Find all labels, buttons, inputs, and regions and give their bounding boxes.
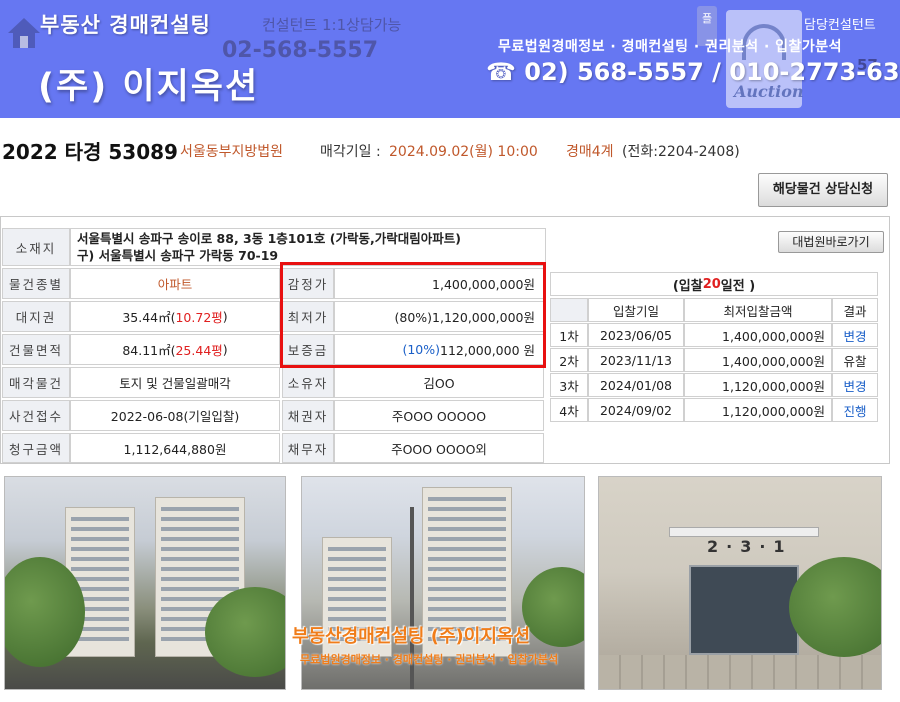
- glass-door: [689, 565, 799, 655]
- entrance-steps: [599, 655, 881, 689]
- building-area-m2: 84.11㎡(: [122, 343, 176, 358]
- bid-amount: 1,400,000,000원: [684, 323, 832, 347]
- location-label: 소재지: [2, 228, 70, 266]
- entrance-canopy: [669, 527, 819, 537]
- filed-label: 사건접수: [2, 400, 70, 431]
- company-name: (주) 이지옥션: [38, 67, 260, 107]
- land-label: 대지권: [2, 301, 70, 332]
- tree: [522, 567, 584, 647]
- bid-result[interactable]: 변경: [832, 323, 878, 347]
- bid-header-date: 입찰기일: [588, 298, 684, 322]
- consultant-label: 담당컨설턴트: [804, 18, 876, 33]
- filed-value: 2022-06-08(기일입찰): [70, 400, 280, 431]
- building-area-pyeong: 25.44평: [175, 343, 223, 358]
- supreme-court-link-button[interactable]: 대법원바로가기: [778, 231, 884, 253]
- bid-amount: 1,400,000,000원: [684, 348, 832, 372]
- bid-date: 2024/01/08: [588, 373, 684, 397]
- land-close-paren: ): [222, 309, 228, 324]
- bid-title-suffix: 일전 ): [720, 278, 756, 294]
- brand-slogan: 부동산 경매컨설팅: [40, 13, 211, 37]
- creditor-label: 채권자: [282, 400, 334, 431]
- consult-request-button[interactable]: 해당물건 상담신청: [758, 173, 888, 207]
- bid-header-result: 결과: [832, 298, 878, 322]
- claim-label: 청구금액: [2, 433, 70, 463]
- case-number: 2022 타경 53089: [2, 140, 178, 164]
- bid-round: 3차: [550, 373, 588, 397]
- minimum-price-label: 최저가: [282, 301, 334, 332]
- case-header: 2022 타경 53089 서울동부지방법원 매각기일 : 2024.09.02…: [0, 136, 900, 164]
- type-label: 물건종별: [2, 268, 70, 299]
- sale-date-label: 매각기일 :: [320, 144, 381, 160]
- bid-countdown-title: (입찰 20 일전 ): [550, 272, 878, 296]
- building-unit-number: 2·3·1: [707, 537, 793, 556]
- bid-result[interactable]: 진행: [832, 398, 878, 422]
- debtor-value: 주OOO OOOO외: [334, 433, 544, 463]
- land-area-pyeong: 10.72평: [175, 310, 223, 325]
- deposit-label: 보증금: [282, 334, 334, 365]
- owner-value: 김OO: [334, 367, 544, 398]
- bid-result[interactable]: 변경: [832, 373, 878, 397]
- address-line1: 서울특별시 송파구 송이로 88, 3동 1층101호 (가락동,가락대림아파트…: [77, 231, 461, 246]
- bid-days-remaining: 20: [702, 276, 721, 292]
- deposit-amount: 112,000,000 원: [440, 343, 535, 358]
- watermark-subtitle: 무료법원경매정보 · 경매컨설팅 · 권리분석 · 입찰가분석: [300, 653, 559, 666]
- location-value: 서울특별시 송파구 송이로 88, 3동 1층101호 (가락동,가락대림아파트…: [70, 228, 546, 266]
- bid-header-round: [550, 298, 588, 322]
- bid-round: 4차: [550, 398, 588, 422]
- court-dept: 경매4계: [566, 144, 614, 160]
- owner-label: 소유자: [282, 367, 334, 398]
- bid-amount: 1,120,000,000원: [684, 398, 832, 422]
- building-close-paren: ): [222, 342, 228, 357]
- building-area-label: 건물면적: [2, 334, 70, 365]
- bid-round: 1차: [550, 323, 588, 347]
- house-icon: [8, 18, 40, 48]
- deposit-percent: (10%): [402, 342, 440, 357]
- land-area-m2: 35.44㎡(: [122, 310, 176, 325]
- watermark-title: 부동산경매컨설팅 (주)이지옥션: [292, 626, 530, 647]
- creditor-value: 주OOO OOOOO: [334, 400, 544, 431]
- bid-header-amount: 최저입찰금액: [684, 298, 832, 322]
- services-line: 무료법원경매정보 · 경매컨설팅 · 권리분석 · 입찰가분석: [498, 39, 843, 55]
- land-value: 35.44㎡(10.72평): [70, 301, 280, 332]
- bid-amount: 1,120,000,000원: [684, 373, 832, 397]
- minimum-price-value: (80%)1,120,000,000원: [334, 301, 544, 332]
- deposit-value: (10%) 112,000,000 원: [334, 334, 544, 365]
- court-dept-phone: (전화:2204-2408): [622, 144, 740, 160]
- bid-result: 유찰: [832, 348, 878, 372]
- bid-title-prefix: (입찰: [672, 278, 703, 294]
- faded-consult-text: 컨설턴트 1:1상담가능: [262, 16, 402, 34]
- photo-building-entrance[interactable]: 2·3·1: [598, 476, 882, 690]
- appraisal-value: 1,400,000,000원: [334, 268, 544, 299]
- court-name: 서울동부지방법원: [180, 144, 284, 160]
- sale-date: 2024.09.02(월) 10:00: [389, 144, 538, 160]
- sale-object-label: 매각물건: [2, 367, 70, 398]
- bid-round: 2차: [550, 348, 588, 372]
- sale-object-value: 토지 및 건물일괄매각: [70, 367, 280, 398]
- debtor-label: 채무자: [282, 433, 334, 463]
- photo-apartment-exterior[interactable]: [4, 476, 286, 690]
- bid-date: 2023/11/13: [588, 348, 684, 372]
- building-area-value: 84.11㎡(25.44평): [70, 334, 280, 365]
- contact-phones: ☎ 02) 568-5557 / 010-2773-6300: [486, 58, 900, 86]
- address-line2: 구) 서울특별시 송파구 가락동 70-19: [77, 248, 279, 263]
- claim-value: 1,112,644,880원: [70, 433, 280, 463]
- type-value: 아파트: [70, 268, 280, 299]
- header-banner: 컨설턴트 1:1상담가능 02-568-5557 부동산 경매컨설팅 (주) 이…: [0, 0, 900, 118]
- tree: [789, 557, 881, 657]
- bid-date: 2023/06/05: [588, 323, 684, 347]
- appraisal-label: 감정가: [282, 268, 334, 299]
- bid-date: 2024/09/02: [588, 398, 684, 422]
